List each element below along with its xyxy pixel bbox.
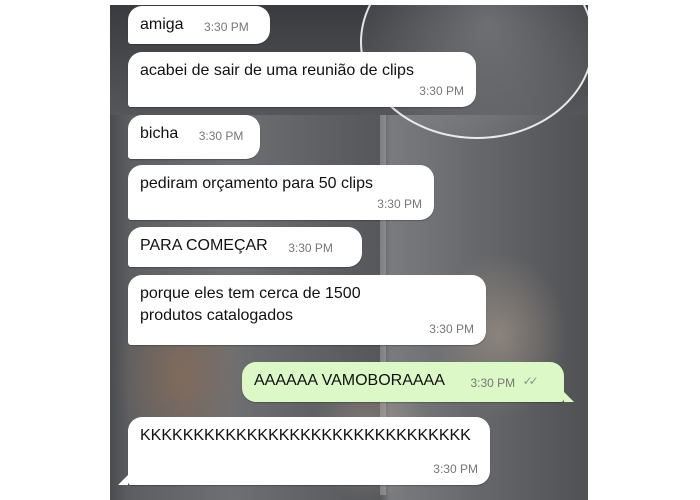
message-bubble-incoming[interactable]: KKKKKKKKKKKKKKKKKKKKKKKKKKKKKKK 3:30 PM xyxy=(128,417,490,485)
bubble-tail xyxy=(118,475,128,485)
message-bubble-incoming[interactable]: porque eles tem cerca de 1500 produtos c… xyxy=(128,275,486,345)
message-bubble-incoming[interactable]: acabei de sair de uma reunião de clips 3… xyxy=(128,52,476,107)
message-time: 3:30 PM xyxy=(288,241,333,255)
double-check-icon: ✓✓ xyxy=(522,374,539,388)
message-bubble-incoming[interactable]: bicha 3:30 PM xyxy=(128,115,260,159)
chat-background: amiga 3:30 PM acabei de sair de uma reun… xyxy=(110,5,588,500)
message-bubble-incoming[interactable]: amiga 3:30 PM xyxy=(128,6,270,44)
message-time: 3:30 PM xyxy=(198,129,244,143)
message-text: PARA COMEÇAR xyxy=(140,237,268,254)
message-text: amiga xyxy=(140,16,184,33)
message-text: porque eles tem cerca de 1500 produtos c… xyxy=(140,285,361,324)
message-time: 3:30 PM xyxy=(470,376,516,390)
message-text: acabei de sair de uma reunião de clips xyxy=(140,62,414,79)
message-bubble-outgoing[interactable]: AAAAAA VAMOBORAAAA 3:30 PM ✓✓ xyxy=(242,362,564,402)
message-text: bicha xyxy=(140,125,179,142)
message-time: 3:30 PM xyxy=(377,197,422,211)
message-time: 3:30 PM xyxy=(204,20,249,34)
message-time: 3:30 PM xyxy=(429,322,474,336)
message-bubble-incoming[interactable]: PARA COMEÇAR 3:30 PM xyxy=(128,227,362,267)
message-text: AAAAAA VAMOBORAAAA xyxy=(254,372,444,389)
message-time: 3:30 PM xyxy=(419,84,464,98)
bubble-tail xyxy=(564,392,574,402)
message-time: 3:30 PM xyxy=(433,462,478,476)
message-bubble-incoming[interactable]: pediram orçamento para 50 clips 3:30 PM xyxy=(128,165,434,220)
message-text: KKKKKKKKKKKKKKKKKKKKKKKKKKKKKKK xyxy=(140,427,471,444)
message-text: pediram orçamento para 50 clips xyxy=(140,175,374,192)
